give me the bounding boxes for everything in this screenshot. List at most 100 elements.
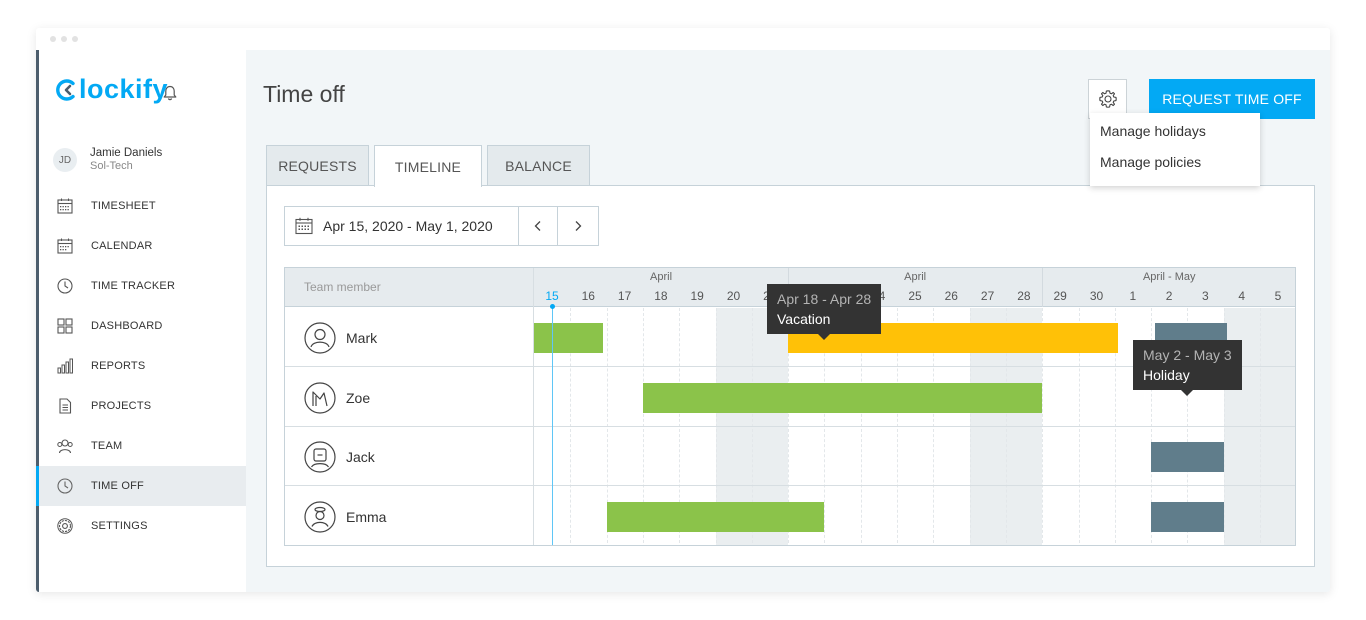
clockify-logo-icon (56, 78, 75, 101)
member-column-divider (533, 268, 534, 545)
day-label: 18 (654, 289, 668, 303)
holiday-bar[interactable] (1151, 442, 1224, 472)
holiday-bar[interactable] (1151, 501, 1224, 532)
sidebar-item-time-off[interactable]: TIME OFF (36, 466, 246, 506)
tab-requests[interactable]: REQUESTS (266, 145, 369, 186)
main-content: Time off REQUEST TIME OFF Manage holiday… (246, 50, 1330, 592)
day-label: 19 (690, 289, 704, 303)
user-company: Sol-Tech (90, 160, 133, 172)
sidebar-item-dashboard[interactable]: DASHBOARD (39, 306, 246, 346)
team-member[interactable]: Zoe (304, 381, 371, 414)
window-maximize-dot[interactable] (72, 36, 78, 42)
sidebar-item-projects[interactable]: PROJECTS (39, 386, 246, 426)
vacation-bar[interactable] (606, 501, 825, 532)
month-label: April (904, 271, 927, 283)
time-off-tabs: REQUESTS TIMELINE BALANCE (266, 145, 595, 187)
window-close-dot[interactable] (50, 36, 56, 42)
team-member-name: Zoe (346, 389, 371, 406)
date-range-field[interactable]: Apr 15, 2020 - May 1, 2020 (285, 207, 519, 245)
sidebar-item-label: REPORTS (91, 360, 146, 372)
sidebar-item-label: DASHBOARD (91, 320, 163, 332)
sidebar-item-timesheet[interactable]: TIMESHEET (39, 186, 246, 226)
day-label: 16 (581, 289, 595, 303)
window-titlebar (36, 28, 1330, 50)
tooltip-type: Vacation (777, 311, 831, 327)
chevron-left-icon (534, 221, 541, 231)
day-label: 5 (1274, 289, 1282, 303)
month-label: April (650, 271, 673, 283)
day-label: 30 (1089, 289, 1104, 303)
day-label: 2 (1165, 289, 1173, 303)
user-name: Jamie Daniels (90, 147, 163, 159)
sidebar: lockify JD Jamie Daniels Sol-Tech TIMESH… (36, 50, 246, 592)
timesheet-icon (56, 197, 74, 215)
emma-avatar-icon (304, 500, 336, 533)
tooltip-type: Holiday (1143, 367, 1190, 383)
team-member-name: Mark (346, 330, 378, 346)
timeline-grid: Team member April April April - May 15 16 17 1… (284, 267, 1296, 546)
date-range-picker: Apr 15, 2020 - May 1, 2020 (284, 206, 599, 246)
next-range-button[interactable] (558, 207, 598, 245)
today-marker-line (552, 308, 554, 545)
tooltip-date-range: May 2 - May 3 (1143, 347, 1232, 363)
time-off-icon (56, 477, 74, 495)
day-label: 28 (1017, 289, 1031, 303)
day-label: 29 (1053, 289, 1067, 303)
time-off-tooltip: Apr 18 - Apr 28 Vacation (767, 284, 882, 340)
user-profile[interactable]: JD Jamie Daniels Sol-Tech (53, 147, 162, 173)
day-label: 4 (1238, 289, 1246, 303)
sidebar-item-label: CALENDAR (91, 240, 153, 252)
brand-name: lockify (79, 74, 169, 104)
day-label: 20 (726, 289, 741, 303)
previous-range-button[interactable] (519, 207, 559, 245)
gear-icon (56, 517, 74, 535)
sidebar-item-settings[interactable]: SETTINGS (39, 506, 246, 546)
team-member-name: Jack (346, 449, 375, 465)
time-off-tooltip: May 2 - May 3 Holiday (1133, 340, 1242, 396)
gear-icon (1098, 90, 1117, 108)
app-window: lockify JD Jamie Daniels Sol-Tech TIMESH… (36, 28, 1330, 592)
sidebar-nav: TIMESHEET CALENDAR TIME TRACKER DASHBOARD RE… (36, 186, 246, 546)
window-minimize-dot[interactable] (61, 36, 67, 42)
team-member[interactable]: Emma (304, 500, 386, 533)
tooltip-date-range: Apr 18 - Apr 28 (777, 291, 872, 307)
sidebar-item-reports[interactable]: REPORTS (39, 346, 246, 386)
manage-policies-item[interactable]: Manage policies (1090, 151, 1260, 182)
day-label: 17 (617, 289, 632, 303)
projects-icon (56, 397, 74, 415)
dashboard-icon (56, 317, 74, 335)
sidebar-item-label: PROJECTS (91, 400, 152, 412)
day-label: 1 (1129, 289, 1137, 303)
team-member[interactable]: Jack (304, 441, 375, 473)
clock-icon (56, 277, 74, 295)
brand-logo[interactable]: lockify (56, 74, 168, 105)
timeline-panel: Apr 15, 2020 - May 1, 2020 Team member A… (266, 185, 1315, 567)
vacation-bar[interactable] (642, 382, 1043, 413)
day-label: 25 (908, 289, 922, 303)
team-icon (56, 437, 74, 455)
sidebar-item-team[interactable]: TEAM (39, 426, 246, 466)
reports-icon (56, 357, 74, 375)
team-member[interactable]: Mark (304, 322, 377, 354)
calendar-icon (295, 217, 313, 235)
tab-balance[interactable]: BALANCE (487, 145, 590, 186)
sidebar-item-calendar[interactable]: CALENDAR (39, 226, 246, 266)
window-controls (50, 36, 78, 42)
sidebar-item-label: TIME TRACKER (91, 280, 176, 292)
team-member-column-label: Team member (304, 280, 381, 294)
manage-holidays-item[interactable]: Manage holidays (1090, 120, 1260, 151)
tab-timeline[interactable]: TIMELINE (374, 145, 482, 187)
day-label: 26 (944, 289, 958, 303)
zoe-avatar-icon (304, 381, 336, 414)
day-label: 3 (1202, 289, 1209, 303)
vacation-bar[interactable] (534, 323, 603, 353)
settings-dropdown-menu: Manage holidays Manage policies (1090, 113, 1260, 186)
sidebar-item-time-tracker[interactable]: TIME TRACKER (39, 266, 246, 306)
page-title: Time off (263, 81, 345, 107)
sidebar-item-label: SETTINGS (91, 520, 148, 532)
calendar-icon (56, 237, 74, 255)
day-label: 27 (980, 289, 995, 303)
user-info: Jamie Daniels Sol-Tech (90, 147, 162, 173)
sidebar-item-label: TEAM (91, 440, 123, 452)
notification-bell-icon[interactable] (161, 84, 179, 102)
